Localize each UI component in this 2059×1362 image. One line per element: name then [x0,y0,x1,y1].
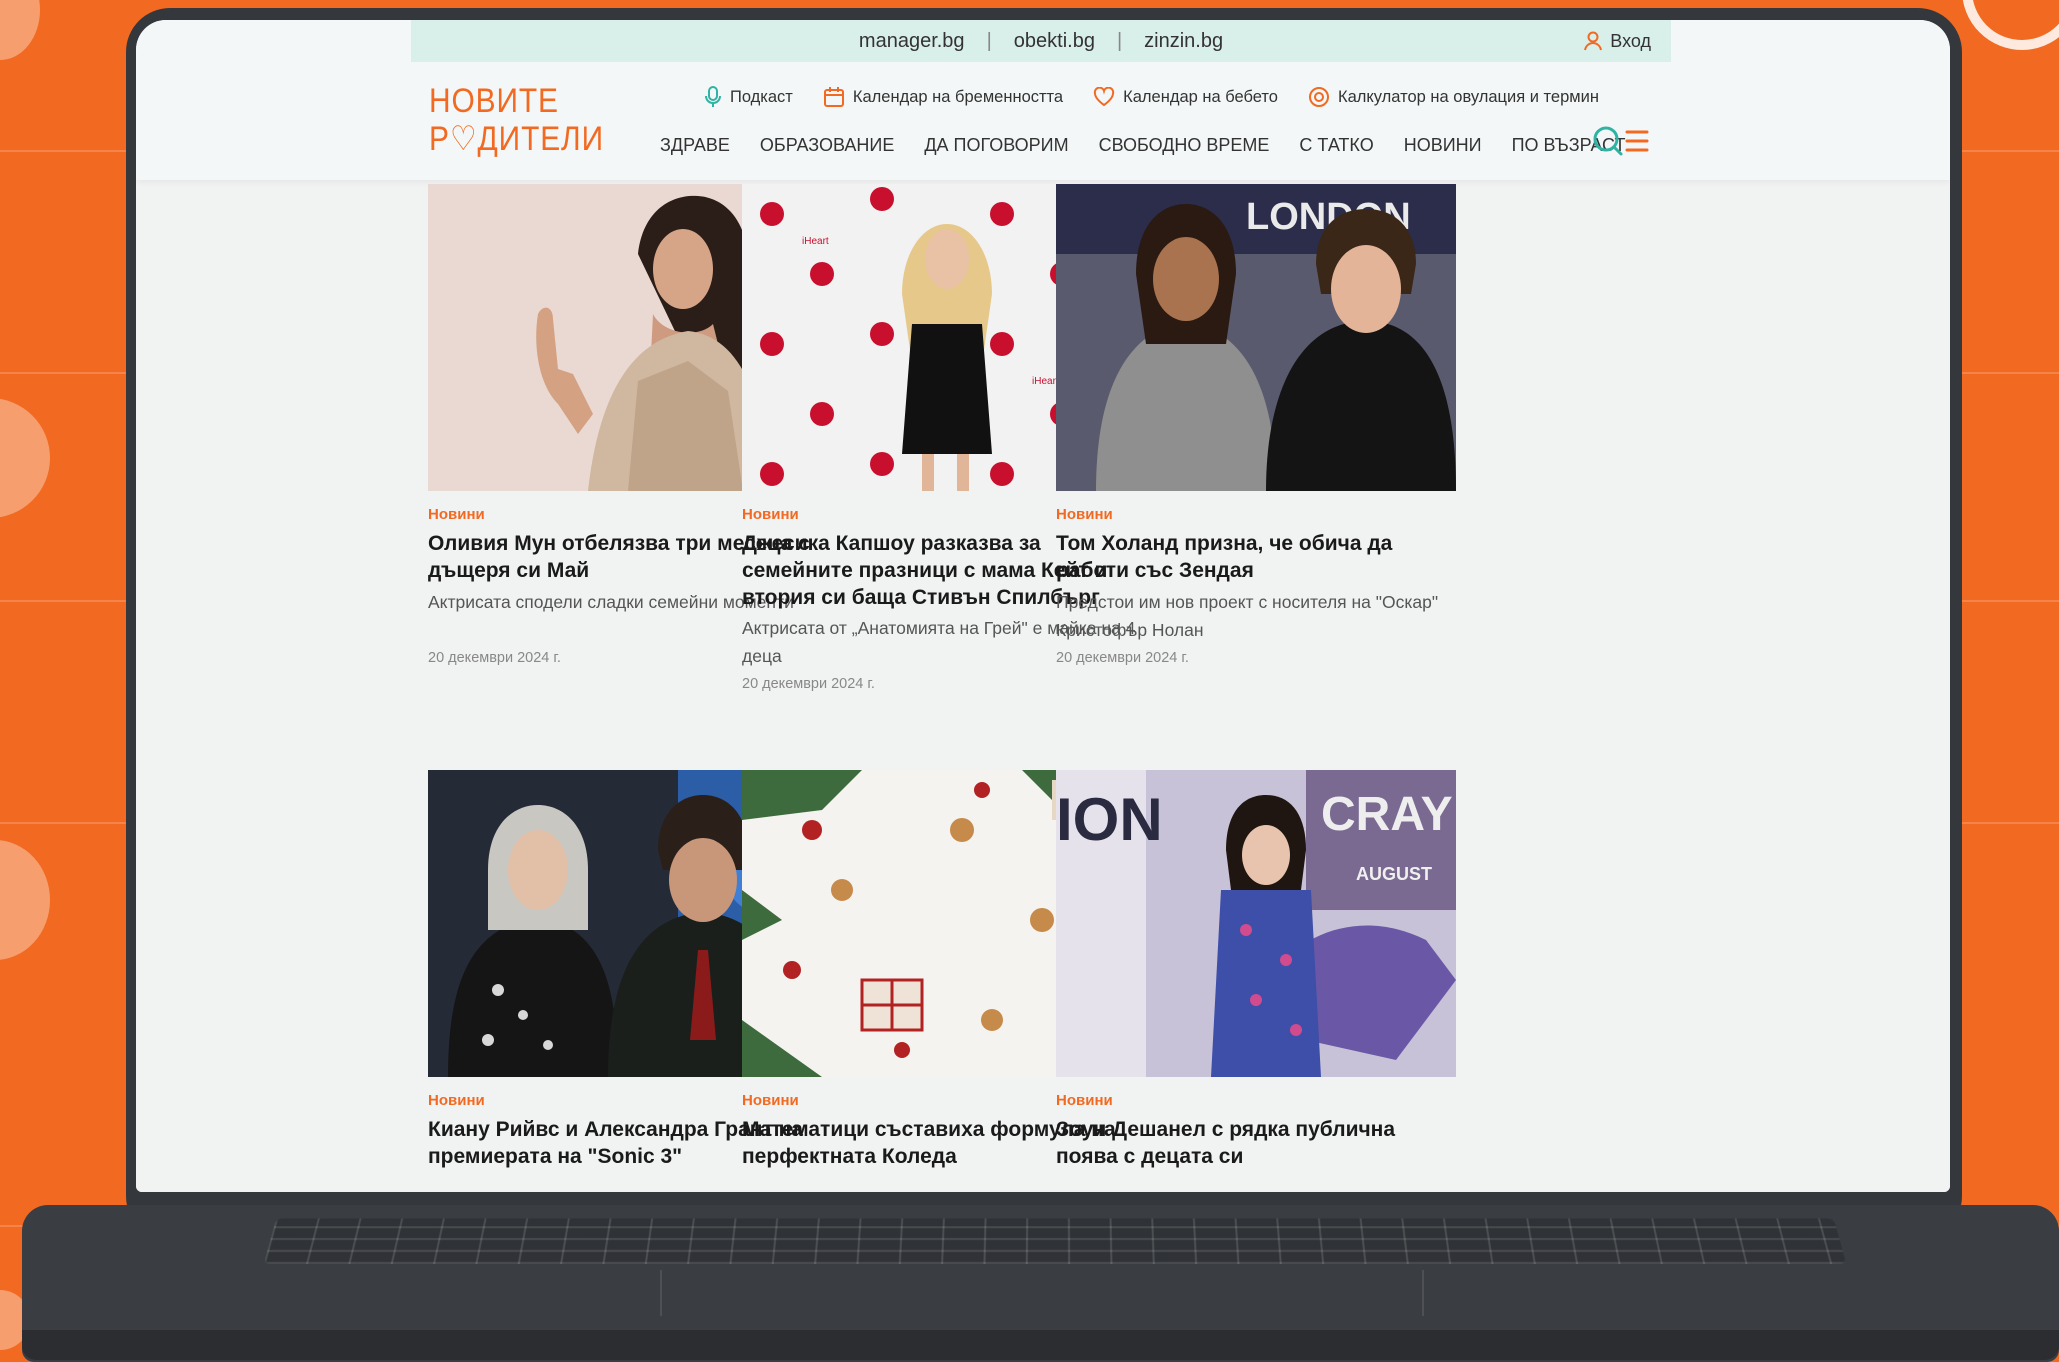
poster-text-ion: ION [1056,786,1163,853]
article-title[interactable]: Том Холанд призна, че обича да работи съ… [1056,530,1456,584]
article-category[interactable]: Новини [428,506,485,523]
network-link-manager[interactable]: manager.bg [859,30,965,53]
screen-bottom-edge [136,1180,1950,1192]
calendar-icon [823,86,845,108]
article-date: 20 декември 2024 г. [1056,650,1189,666]
article-date: 20 декември 2024 г. [428,650,561,666]
nav-education[interactable]: ОБРАЗОВАНИЕ [760,135,894,156]
article-category[interactable]: Новини [742,1092,799,1109]
article-category[interactable]: Новини [428,1092,485,1109]
main-nav: ЗДРАВЕ ОБРАЗОВАНИЕ ДА ПОГОВОРИМ СВОБОДНО… [660,130,1625,160]
poster-text-cray: CRAY [1321,788,1453,841]
network-topbar: manager.bg | obekti.bg | zinzin.bg Вход [411,20,1671,62]
user-icon [1582,30,1604,52]
logo-line-2: Р♡ДИТЕЛИ [429,120,604,158]
quick-link-label: Календар на бебето [1123,88,1278,107]
nav-free-time[interactable]: СВОБОДНО ВРЕМЕ [1099,135,1270,156]
article-category[interactable]: Новини [1056,506,1113,523]
login-label: Вход [1610,31,1651,52]
separator: | [987,30,992,53]
login-button[interactable]: Вход [1582,20,1651,62]
quick-link-ovulation-calculator[interactable]: Калкулатор на овулация и термин [1308,86,1599,108]
nav-news[interactable]: НОВИНИ [1404,135,1482,156]
microphone-icon [704,86,722,108]
quick-link-podcast[interactable]: Подкаст [704,86,793,108]
nav-with-dad[interactable]: С ТАТКО [1299,135,1373,156]
nav-health[interactable]: ЗДРАВЕ [660,135,730,156]
network-link-obekti[interactable]: obekti.bg [1014,30,1095,53]
laptop-screen: manager.bg | obekti.bg | zinzin.bg Вход … [136,20,1950,1192]
article-image[interactable]: ION CRAY AUGUST [1056,770,1456,1077]
quick-link-baby-calendar[interactable]: Календар на бебето [1093,87,1278,107]
bg-ring [1962,0,2059,50]
separator: | [1117,30,1122,53]
article-date: 20 декември 2024 г. [742,676,875,692]
search-icon [1595,128,1621,154]
site-logo[interactable]: НОВИТЕ Р♡ДИТЕЛИ [429,82,604,158]
quick-link-label: Подкаст [730,88,793,107]
article-title[interactable]: Зоуи Дешанел с рядка публична поява с де… [1056,1116,1456,1170]
laptop-keyboard [264,1218,1847,1264]
bg-circle [0,840,50,960]
nav-lets-talk[interactable]: ДА ПОГОВОРИМ [924,135,1068,156]
quick-link-label: Календар на бременността [853,88,1063,107]
network-links: manager.bg | obekti.bg | zinzin.bg [411,20,1671,62]
laptop-trackpad [660,1270,1424,1316]
logo-line-1: НОВИТЕ [429,82,604,120]
poster-text-august: AUGUST [1356,864,1432,884]
laptop-base-edge [22,1330,2059,1360]
quick-link-label: Калкулатор на овулация и термин [1338,88,1599,107]
network-link-zinzin[interactable]: zinzin.bg [1144,30,1223,53]
bg-circle [0,0,40,60]
target-icon [1308,86,1330,108]
quick-links: Подкаст Календар на бременността Календа… [704,82,1599,112]
article-image[interactable]: LONDON [1056,184,1456,491]
iheart-logo-text: iHeart [1032,376,1059,387]
menu-icon [1627,132,1647,150]
article-description: Предстои им нов проект с носителя на "Ос… [1056,588,1451,644]
quick-link-pregnancy-calendar[interactable]: Календар на бременността [823,86,1063,108]
bg-circle [0,398,50,518]
article-category[interactable]: Новини [1056,1092,1113,1109]
iheart-logo-text: iHeart [802,236,829,247]
article-category[interactable]: Новини [742,506,799,523]
heart-icon [1093,87,1115,107]
search-menu-button[interactable] [1591,124,1649,160]
